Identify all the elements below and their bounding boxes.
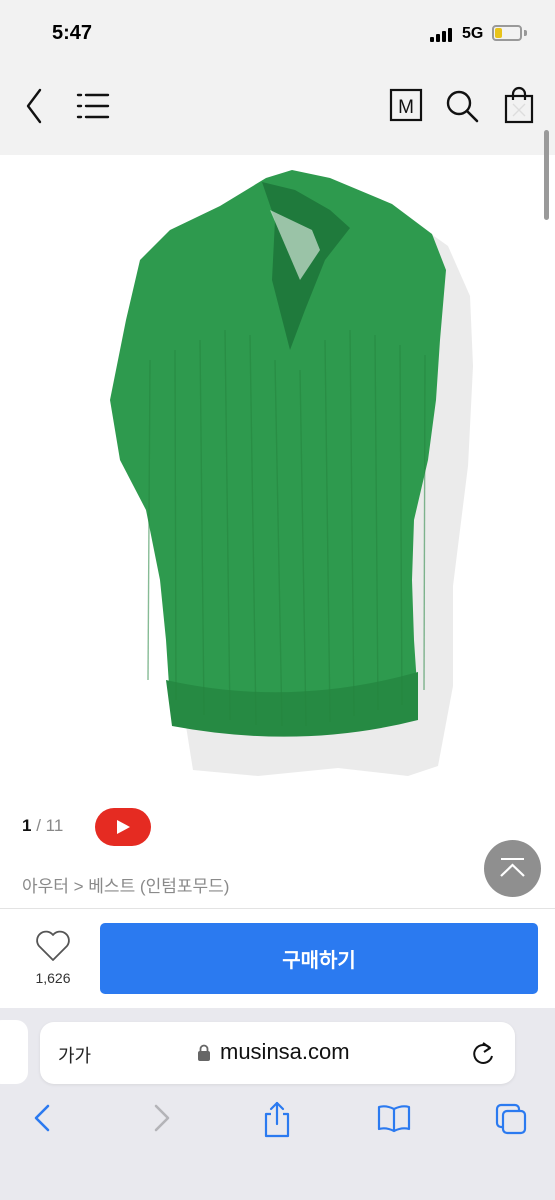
- reload-icon[interactable]: [470, 1039, 496, 1067]
- like-count: 1,626: [35, 970, 71, 986]
- shopping-bag-icon[interactable]: [503, 86, 535, 126]
- address-bar[interactable]: 가가 musinsa.com: [40, 1022, 515, 1084]
- lock-icon: [198, 1044, 210, 1061]
- musinsa-m-logo-icon[interactable]: M: [389, 86, 423, 126]
- app-header: M: [0, 70, 555, 155]
- url-text[interactable]: musinsa.com: [220, 1039, 350, 1065]
- breadcrumb[interactable]: 아우터 > 베스트 (인텀포무드): [22, 872, 229, 897]
- search-icon[interactable]: [444, 86, 480, 126]
- scroll-to-top-icon: [500, 858, 525, 877]
- browser-forward-icon[interactable]: [150, 1100, 174, 1136]
- divider: [0, 908, 555, 909]
- gallery-total: 11: [45, 816, 64, 835]
- status-time: 5:47: [52, 22, 93, 44]
- scroll-to-top-button[interactable]: [484, 840, 541, 897]
- battery-level: [495, 28, 502, 38]
- like-button[interactable]: 1,626: [30, 930, 76, 994]
- menu-icon[interactable]: [76, 86, 110, 126]
- network-label: 5G: [462, 25, 484, 42]
- previous-tab-card[interactable]: [0, 1020, 28, 1084]
- signal-icon: [430, 28, 456, 42]
- heart-icon: [36, 930, 70, 961]
- share-icon[interactable]: [262, 1100, 292, 1140]
- gallery-current: 1: [22, 816, 32, 835]
- text-size-button[interactable]: 가가: [58, 1042, 91, 1068]
- svg-text:M: M: [398, 97, 414, 118]
- gallery-separator: /: [36, 816, 41, 835]
- tabs-icon[interactable]: [494, 1100, 528, 1136]
- back-icon[interactable]: [22, 86, 48, 126]
- product-image: [110, 170, 473, 776]
- video-button[interactable]: [95, 808, 151, 846]
- buy-button[interactable]: 구매하기: [100, 923, 538, 994]
- bookmarks-icon[interactable]: [376, 1100, 412, 1136]
- gallery-pager: 1 / 11: [22, 816, 63, 836]
- browser-back-icon[interactable]: [30, 1100, 54, 1136]
- youtube-play-icon: [117, 820, 130, 834]
- status-bar: 5:47 5G: [0, 0, 555, 70]
- battery-icon: [492, 25, 522, 41]
- battery-tip: [524, 30, 527, 36]
